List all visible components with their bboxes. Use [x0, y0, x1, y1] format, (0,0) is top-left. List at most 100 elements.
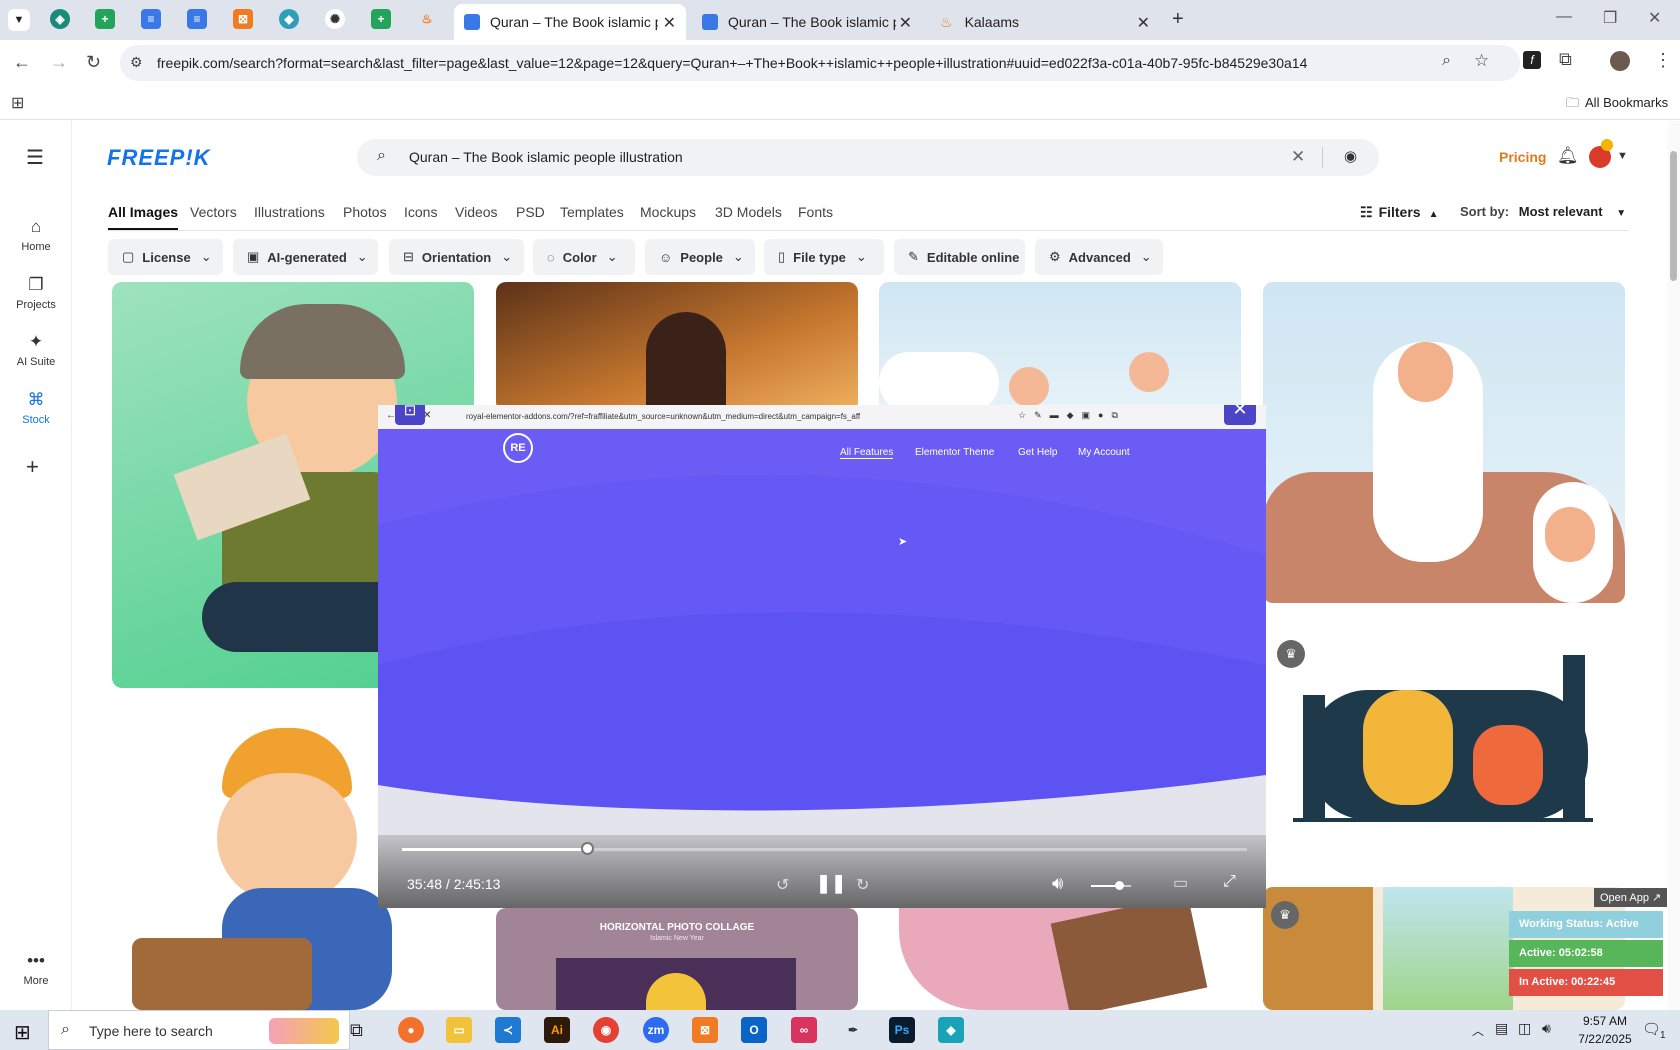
taskbar-creative-cloud-icon[interactable]: ∞ [791, 1017, 817, 1043]
clear-search-icon[interactable]: ✕ [1291, 147, 1305, 167]
restore-icon[interactable]: ❐ [1603, 8, 1617, 28]
pinned-tab-app-icon[interactable]: ◆ [279, 9, 299, 29]
premium-crown-icon[interactable]: ♛ [1271, 901, 1299, 929]
pinned-tab-sheets-icon[interactable]: + [371, 9, 391, 29]
close-tab-icon[interactable]: ✕ [1137, 13, 1150, 33]
notifications-icon[interactable]: 🗨 [1642, 1020, 1661, 1038]
filters-button[interactable]: ☷ Filters ▲ [1360, 204, 1438, 221]
chevron-down-icon[interactable]: ▼ [1617, 150, 1628, 162]
tab-icons[interactable]: Icons [404, 204, 437, 220]
taskbar-photoshop-icon[interactable]: Ps [889, 1017, 915, 1043]
tab-search-dropdown[interactable]: ▼ [8, 9, 30, 31]
bell-icon[interactable]: 🔔︎ [1557, 146, 1579, 166]
fullscreen-icon[interactable]: ⤢ [1223, 873, 1236, 891]
pricing-link[interactable]: Pricing [1499, 149, 1546, 165]
tab-templates[interactable]: Templates [560, 204, 624, 220]
back-icon[interactable]: ← [13, 52, 31, 73]
taskbar-date[interactable]: 7/22/2025 [1573, 1032, 1637, 1046]
add-icon[interactable]: + [26, 454, 39, 480]
pinned-tab-kalaams-icon[interactable]: ♨ [417, 9, 437, 29]
result-image-family-mosque[interactable]: ♛ [1263, 630, 1625, 835]
windows-start-icon[interactable]: ⊞ [14, 1020, 31, 1045]
new-tab-button[interactable]: + [1172, 8, 1184, 31]
page-scrollbar[interactable] [1668, 121, 1680, 1010]
chip-file-type[interactable]: ▯ File type ⌄ [764, 239, 884, 275]
scrollbar-thumb[interactable] [1670, 151, 1677, 281]
bookmark-star-icon[interactable]: ☆ [1474, 51, 1489, 71]
search-bar[interactable]: ⌕ Quran – The Book islamic people illust… [357, 139, 1379, 176]
tab-all-images[interactable]: All Images [108, 204, 179, 230]
tray-volume-icon[interactable]: 🔊︎ [1542, 1020, 1551, 1037]
forward-icon[interactable]: → [50, 52, 68, 73]
result-image-girl-book[interactable] [879, 908, 1241, 1010]
sidebar-item-more[interactable]: ••• More [0, 951, 72, 987]
pinned-tab-vpn-icon[interactable]: ◈ [50, 9, 70, 29]
chip-editable-online[interactable]: ✎ Editable online [894, 239, 1025, 275]
tab-videos[interactable]: Videos [455, 204, 498, 220]
sidebar-item-home[interactable]: ⌂ Home [0, 217, 72, 253]
taskbar-pen-tool-icon[interactable]: ✒ [840, 1017, 866, 1043]
tab-psd[interactable]: PSD [516, 204, 545, 220]
apps-grid-icon[interactable]: ⊞ [11, 93, 24, 113]
close-tab-icon[interactable]: ✕ [899, 13, 912, 33]
pinned-tab-docs-icon[interactable]: ≡ [141, 9, 161, 29]
taskbar-app-icon[interactable]: ◆ [938, 1017, 964, 1043]
tray-wifi-icon[interactable]: ◫ [1518, 1020, 1531, 1037]
taskbar-vscode-icon[interactable]: ≺ [495, 1017, 521, 1043]
search-input[interactable]: Quran – The Book islamic people illustra… [409, 149, 683, 165]
tab-fonts[interactable]: Fonts [798, 204, 833, 220]
tray-network-icon[interactable]: ▤ [1495, 1020, 1508, 1037]
taskbar-search[interactable]: ⌕ Type here to search [48, 1010, 350, 1050]
volume-track[interactable] [1091, 885, 1131, 887]
tab-photos[interactable]: Photos [343, 204, 387, 220]
video-progress-handle[interactable] [580, 842, 594, 855]
extension-f-icon[interactable]: f [1523, 51, 1541, 69]
taskbar-outlook-icon[interactable]: O [741, 1017, 767, 1043]
screen-capture-icon[interactable]: ⊡ [395, 405, 425, 425]
result-image-hajj[interactable] [1263, 282, 1625, 603]
chip-advanced[interactable]: ⚙ Advanced ⌄ [1035, 239, 1163, 275]
chip-ai-generated[interactable]: ▣ AI-generated ⌄ [233, 239, 378, 275]
sidebar-item-stock[interactable]: ⌘ Stock [0, 390, 72, 426]
video-player-overlay[interactable]: ← → ✕ royal-elementor-addons.com/?ref=fr… [378, 405, 1266, 908]
site-info-icon[interactable]: ⚙ [130, 54, 143, 71]
sort-dropdown[interactable]: Sort by: Most relevant ▼ [1460, 204, 1626, 219]
taskbar-time[interactable]: 9:57 AM [1573, 1014, 1637, 1028]
task-view-icon[interactable]: ⧉ [350, 1020, 363, 1041]
freepik-logo[interactable]: FREEP!K [107, 145, 211, 171]
result-image-pilgrims[interactable] [879, 282, 1241, 412]
tab-vectors[interactable]: Vectors [190, 204, 237, 220]
chip-orientation[interactable]: ⊟ Orientation ⌄ [389, 239, 524, 275]
taskbar-chrome-icon[interactable]: ◉ [593, 1017, 619, 1043]
profile-avatar[interactable] [1610, 51, 1630, 71]
video-progress-track[interactable] [402, 848, 1247, 851]
tab-kalaams[interactable]: ♨ Kalaams ✕ [930, 4, 1160, 40]
extensions-icon[interactable]: ⧉ [1559, 49, 1572, 70]
open-app-button[interactable]: Open App ↗ [1594, 888, 1668, 907]
all-bookmarks[interactable]: 🗀 All Bookmarks [1566, 94, 1668, 116]
pinned-tab-chatgpt-icon[interactable]: ✺ [325, 9, 345, 29]
chip-people[interactable]: ☺ People ⌄ [645, 239, 755, 275]
minimize-icon[interactable]: — [1556, 8, 1572, 26]
taskbar-zoom-icon[interactable]: zm [643, 1017, 669, 1043]
menu-dots-icon[interactable]: ⋮ [1654, 50, 1672, 71]
address-bar[interactable]: ⚙ freepik.com/search?format=search&last_… [120, 45, 1520, 81]
tab-quran-active[interactable]: Quran – The Book islamic people illustra… [454, 4, 686, 40]
volume-handle[interactable] [1115, 881, 1124, 890]
hamburger-menu-icon[interactable]: ☰ [26, 145, 44, 170]
video-close-button[interactable]: ✕ [1224, 405, 1256, 425]
chip-license[interactable]: ▢ License ⌄ [108, 239, 223, 275]
rewind-10-icon[interactable]: ↺ [776, 875, 789, 895]
taskbar-illustrator-icon[interactable]: Ai [544, 1017, 570, 1043]
forward-10-icon[interactable]: ↻ [856, 875, 869, 895]
pinned-tab-sheets-icon[interactable]: + [95, 9, 115, 29]
tray-chevron-icon[interactable]: ︿ [1472, 1022, 1484, 1039]
chip-color[interactable]: ◌ Color ⌄ [533, 239, 635, 275]
camera-search-icon[interactable]: ◉ [1344, 147, 1357, 165]
pinned-tab-docs-icon[interactable]: ≡ [187, 9, 207, 29]
taskbar-file-explorer-icon[interactable]: ▭ [446, 1017, 472, 1043]
volume-icon[interactable]: 🔊︎ [1052, 873, 1063, 894]
premium-crown-icon[interactable]: ♛ [1277, 640, 1305, 668]
zoom-icon[interactable]: ⌕ [1442, 52, 1451, 70]
pinned-tab-xmind-icon[interactable]: ⊠ [233, 9, 253, 29]
